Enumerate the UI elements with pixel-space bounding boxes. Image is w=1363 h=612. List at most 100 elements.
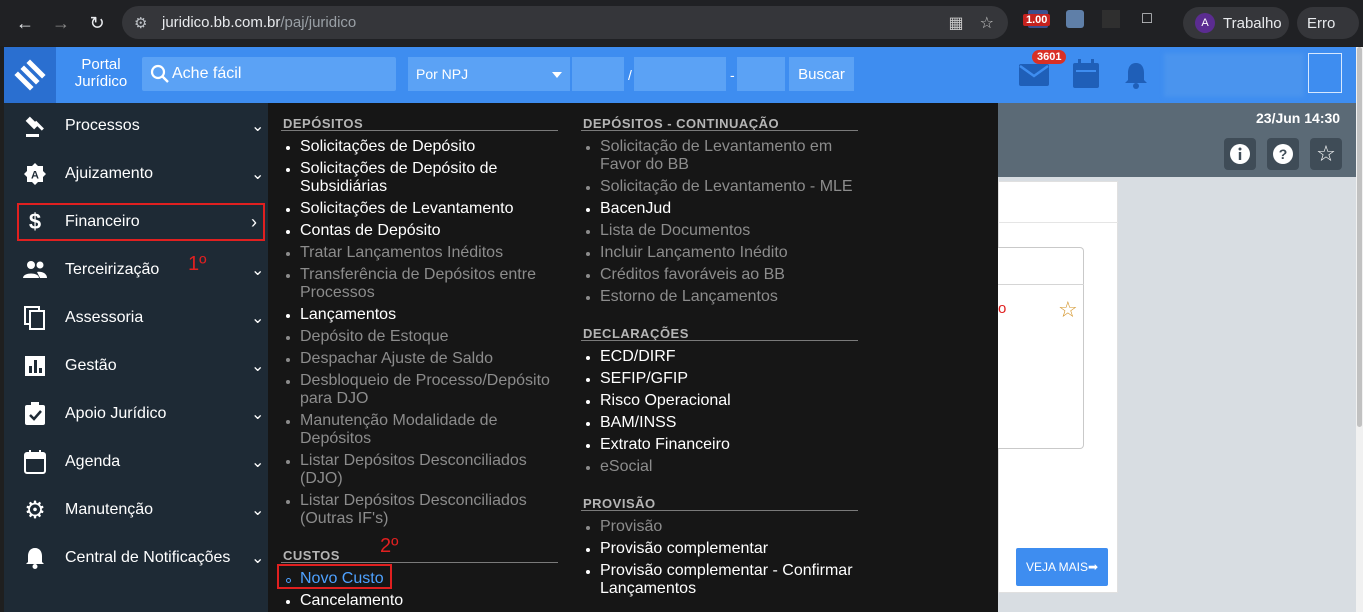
- clipboard-check-icon: [22, 401, 48, 427]
- sidebar-item-assessoria[interactable]: Assessoria ⌄: [4, 298, 268, 338]
- extension-3-icon[interactable]: [1102, 10, 1120, 28]
- annotation-first: 1º: [188, 253, 207, 275]
- section-divider: [581, 510, 858, 511]
- menu-item[interactable]: BacenJud: [600, 200, 862, 218]
- calendar-icon[interactable]: [1072, 59, 1100, 89]
- scrollbar-thumb[interactable]: [1357, 47, 1362, 427]
- bell-icon[interactable]: [1124, 61, 1148, 89]
- menu-item[interactable]: Estorno de Lançamentos: [600, 288, 862, 306]
- menu-item[interactable]: eSocial: [600, 458, 862, 476]
- sidebar-item-manutencao[interactable]: ⚙ Manutenção ⌄: [4, 490, 268, 530]
- error-chip[interactable]: Erro: [1297, 7, 1359, 39]
- menu-item[interactable]: Contas de Depósito: [300, 222, 562, 240]
- sidebar-item-label: Processos: [65, 117, 140, 134]
- sidebar-item-ajuizamento[interactable]: A Ajuizamento ⌄: [4, 154, 268, 194]
- npj-select[interactable]: Por NPJ: [408, 57, 570, 91]
- bookmark-star-icon[interactable]: ☆: [980, 13, 994, 33]
- star-icon[interactable]: ☆: [1058, 297, 1078, 323]
- bullet-icon: [286, 336, 290, 340]
- translate-icon[interactable]: ▦: [949, 13, 964, 33]
- menu-item[interactable]: Provisão complementar: [600, 540, 862, 558]
- bullet-icon: [586, 274, 590, 278]
- help-button[interactable]: ?: [1267, 138, 1299, 170]
- extensions-puzzle-icon[interactable]: □: [1138, 10, 1156, 28]
- sidebar-item-label: Apoio Jurídico: [65, 405, 167, 422]
- npj-separator-dash: -: [730, 67, 735, 83]
- sidebar-item-apoio-juridico[interactable]: Apoio Jurídico ⌄: [4, 394, 268, 434]
- menu-item[interactable]: Desbloqueio de Processo/Depósito para DJ…: [300, 372, 562, 408]
- menu-item[interactable]: Lista de Documentos: [600, 222, 862, 240]
- menu-item[interactable]: Solicitação de Levantamento - MLE: [600, 178, 862, 196]
- menu-item[interactable]: Solicitações de Depósito de Subsidiárias: [300, 160, 562, 196]
- user-menu-button[interactable]: [1308, 53, 1342, 93]
- mail-icon[interactable]: [1018, 63, 1050, 87]
- bullet-icon: [286, 460, 290, 464]
- forward-icon[interactable]: →: [46, 8, 76, 38]
- user-info[interactable]: [1164, 53, 1304, 97]
- menu-item[interactable]: Manutenção Modalidade de Depósitos: [300, 412, 562, 448]
- search-input[interactable]: Ache fácil: [142, 57, 396, 91]
- menu-item[interactable]: Solicitação de Levantamento em Favor do …: [600, 138, 862, 174]
- menu-item[interactable]: Créditos favoráveis ao BB: [600, 266, 862, 284]
- bullet-icon: [586, 422, 590, 426]
- copy-icon: [22, 305, 48, 331]
- sidebar-item-label: Manutenção: [65, 501, 154, 518]
- menu-item[interactable]: Despachar Ajuste de Saldo: [300, 350, 562, 368]
- menu-item[interactable]: Risco Operacional: [600, 392, 862, 410]
- sidebar-item-terceirizacao[interactable]: Terceirização ⌄: [4, 250, 268, 290]
- info-button[interactable]: [1224, 138, 1256, 170]
- bullet-icon: [586, 400, 590, 404]
- profile-name: Trabalho: [1223, 14, 1282, 32]
- bullet-icon: [286, 208, 290, 212]
- npj-field-2[interactable]: [634, 57, 726, 91]
- sidebar-item-label: Gestão: [65, 357, 117, 374]
- menu-item[interactable]: Provisão complementar - Confirmar Lançam…: [600, 562, 862, 598]
- highlight-box-financeiro: [17, 203, 265, 241]
- menu-item[interactable]: Cancelamento: [300, 592, 562, 610]
- menu-item[interactable]: Transferência de Depósitos entre Process…: [300, 266, 562, 302]
- menu-item[interactable]: Incluir Lançamento Inédito: [600, 244, 862, 262]
- menu-item[interactable]: SEFIP/GFIP: [600, 370, 862, 388]
- menu-item[interactable]: Listar Depósitos Desconciliados (DJO): [300, 452, 562, 488]
- menu-item[interactable]: Provisão: [600, 518, 862, 536]
- veja-mais-button[interactable]: VEJA MAIS➡: [1016, 548, 1108, 586]
- bar-chart-icon: [22, 353, 48, 379]
- address-bar[interactable]: ⚙ juridico.bb.com.br/paj/juridico ▦ ☆: [122, 6, 1008, 39]
- gavel-icon: [22, 113, 48, 139]
- red-text-fragment: o: [998, 300, 1007, 317]
- buscar-button[interactable]: Buscar: [789, 57, 854, 91]
- back-icon[interactable]: ←: [10, 8, 40, 38]
- menu-item[interactable]: Listar Depósitos Desconciliados (Outras …: [300, 492, 562, 528]
- menu-item[interactable]: Solicitações de Depósito: [300, 138, 562, 156]
- bullet-icon: [286, 314, 290, 318]
- reload-icon[interactable]: ↻: [82, 8, 112, 38]
- menu-item[interactable]: Tratar Lançamentos Inéditos: [300, 244, 562, 262]
- highlight-box-novo-custo: [277, 564, 392, 589]
- bullet-icon: [586, 208, 590, 212]
- favorite-button[interactable]: ☆: [1310, 138, 1342, 170]
- sidebar-item-processos[interactable]: Processos ⌄: [4, 106, 268, 146]
- menu-item[interactable]: Depósito de Estoque: [300, 328, 562, 346]
- sidebar-item-label: Assessoria: [65, 309, 144, 326]
- chevron-down-icon: ⌄: [251, 310, 265, 327]
- bb-logo-icon[interactable]: [4, 47, 56, 103]
- sidebar-item-label: Terceirização: [65, 261, 160, 278]
- sidebar-item-agenda[interactable]: Agenda ⌄: [4, 442, 268, 482]
- portal-title[interactable]: Portal Jurídico: [66, 56, 136, 90]
- sidebar-item-central-notificacoes[interactable]: Central de Notificações ⌄: [4, 538, 268, 578]
- extension-2-icon[interactable]: [1066, 10, 1084, 28]
- menu-item[interactable]: Extrato Financeiro: [600, 436, 862, 454]
- bullet-icon: [586, 230, 590, 234]
- bullet-icon: [586, 146, 590, 150]
- inner-panel: [998, 247, 1084, 449]
- site-settings-icon[interactable]: ⚙: [134, 14, 152, 32]
- menu-item[interactable]: BAM/INSS: [600, 414, 862, 432]
- sidebar-item-gestao[interactable]: Gestão ⌄: [4, 346, 268, 386]
- npj-field-1[interactable]: [572, 57, 624, 91]
- menu-item[interactable]: Lançamentos: [300, 306, 562, 324]
- profile-chip[interactable]: A Trabalho: [1183, 7, 1289, 39]
- menu-item[interactable]: Solicitações de Levantamento: [300, 200, 562, 218]
- npj-field-3[interactable]: [737, 57, 785, 91]
- menu-item[interactable]: ECD/DIRF: [600, 348, 862, 366]
- bullet-icon: [286, 146, 290, 150]
